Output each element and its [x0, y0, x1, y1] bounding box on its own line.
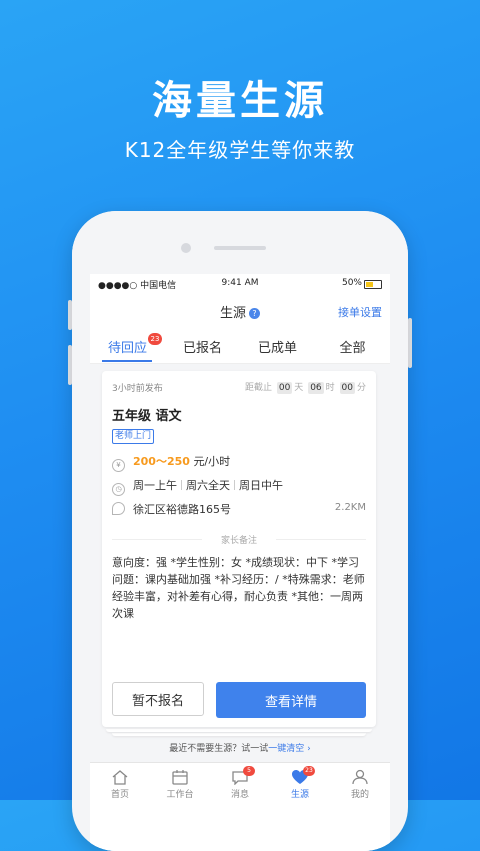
tab-pending-label: 待回应: [107, 341, 147, 356]
countdown-minutes: 00: [339, 382, 355, 394]
phone-camera: [181, 243, 191, 253]
distance: 2.2KM: [334, 502, 366, 513]
nav-messages[interactable]: 5 消息: [210, 766, 270, 800]
nav-home[interactable]: 首页: [90, 769, 150, 800]
yuan-icon: ¥: [112, 459, 125, 472]
nav-students[interactable]: 23 生源: [270, 766, 330, 800]
phone-frame: ●●●●○ 中国电信 9:41 AM 50% 生源? 接单设置 待回应 23 已…: [72, 211, 408, 851]
stacked-card: [106, 729, 372, 732]
deadline-countdown: 距截止 00 天 06 时 00 分: [245, 380, 366, 394]
tab-applied-label: 已报名: [182, 341, 222, 356]
tab-active-indicator: [102, 360, 152, 362]
schedule-item: 周一上午: [133, 479, 177, 492]
address-row: 徐汇区裕德路165号: [112, 501, 231, 517]
heart-icon: 23: [291, 766, 315, 785]
nav-profile[interactable]: 我的: [330, 769, 390, 800]
home-icon: [111, 769, 129, 785]
nav-profile-label: 我的: [350, 790, 369, 800]
schedule-item: 周日中午: [239, 479, 283, 492]
tab-deal[interactable]: 已成单: [240, 337, 315, 356]
price-unit: 元/小时: [193, 455, 231, 468]
student-card[interactable]: 3小时前发布 距截止 00 天 06 时 00 分 五年级 语文 老师上门 ¥200～…: [102, 371, 376, 727]
tab-bar: 待回应 23 已报名 已成单 全部: [90, 329, 390, 364]
tab-deal-label: 已成单: [257, 341, 297, 356]
parent-notes: 意向度：强 *学生性别：女 *成绩现状：中下 *学习问题：课内基础加强 *补习经…: [112, 556, 365, 620]
teaching-mode-tag: 老师上门: [112, 429, 155, 444]
subject-title: 五年级 语文: [112, 409, 182, 424]
countdown-hours-unit: 时: [325, 383, 335, 393]
countdown-minutes-unit: 分: [356, 383, 366, 393]
clear-hint: 最近不需要生源？试一试一键清空 ›: [90, 741, 390, 754]
nav-bar: 生源? 接单设置: [90, 296, 390, 326]
countdown-days: 00: [276, 382, 293, 394]
tab-applied[interactable]: 已报名: [165, 337, 240, 356]
divider: [234, 480, 235, 490]
nav-messages-label: 消息: [230, 790, 249, 800]
nav-workbench[interactable]: 工作台: [150, 769, 210, 800]
students-badge: 23: [303, 766, 315, 776]
countdown-prefix: 距截止: [244, 383, 272, 393]
tab-pending-badge: 23: [148, 333, 162, 345]
battery-fill: [366, 282, 373, 287]
hero-title: 海量生源: [152, 78, 328, 124]
tab-all-label: 全部: [339, 341, 366, 356]
nav-students-label: 生源: [290, 790, 309, 800]
bottom-nav: 首页 工作台 5 消息 23 生源 我的: [90, 762, 390, 851]
message-icon: 5: [231, 766, 255, 786]
stacked-card: [112, 733, 366, 736]
battery-percent: 50%: [341, 278, 362, 288]
schedule-row: ◷ 周一上午 周六全天 周日中午: [112, 477, 283, 496]
tab-all[interactable]: 全部: [315, 337, 390, 356]
messages-badge: 5: [243, 766, 255, 776]
phone-bezel: [72, 211, 408, 275]
order-settings-link[interactable]: 接单设置: [338, 304, 382, 320]
view-details-button[interactable]: 查看详情: [216, 682, 366, 718]
divider: [276, 539, 366, 540]
page-title-text: 生源: [219, 306, 246, 321]
address: 徐汇区裕德路165号: [133, 503, 231, 516]
help-icon[interactable]: ?: [249, 308, 260, 319]
chevron-right-icon[interactable]: ›: [307, 744, 311, 754]
app-screen: ●●●●○ 中国电信 9:41 AM 50% 生源? 接单设置 待回应 23 已…: [90, 274, 390, 851]
phone-speaker: [214, 246, 266, 250]
price-row: ¥200～250 元/小时: [112, 453, 230, 472]
countdown-hours: 06: [308, 382, 324, 394]
phone-side-button: [408, 318, 412, 368]
divider: [181, 480, 182, 490]
battery-icon: [364, 280, 382, 289]
calendar-icon: [171, 769, 189, 785]
location-icon: [112, 502, 125, 515]
posted-time: 3小时前发布: [112, 384, 163, 394]
hero-subtitle: K12全年级学生等你来教: [124, 138, 356, 162]
status-bar: ●●●●○ 中国电信 9:41 AM 50%: [90, 274, 390, 294]
schedule-item: 周六全天: [186, 479, 230, 492]
hint-text: 最近不需要生源？试一试: [169, 744, 269, 754]
user-icon: [351, 769, 369, 785]
clear-all-link[interactable]: 一键清空: [268, 744, 304, 754]
countdown-days-unit: 天: [294, 383, 304, 393]
nav-workbench-label: 工作台: [166, 790, 194, 800]
clock-icon: ◷: [112, 483, 125, 496]
nav-home-label: 首页: [110, 790, 129, 800]
price-value: 200～250: [133, 455, 190, 468]
decline-button[interactable]: 暂不报名: [112, 682, 204, 716]
